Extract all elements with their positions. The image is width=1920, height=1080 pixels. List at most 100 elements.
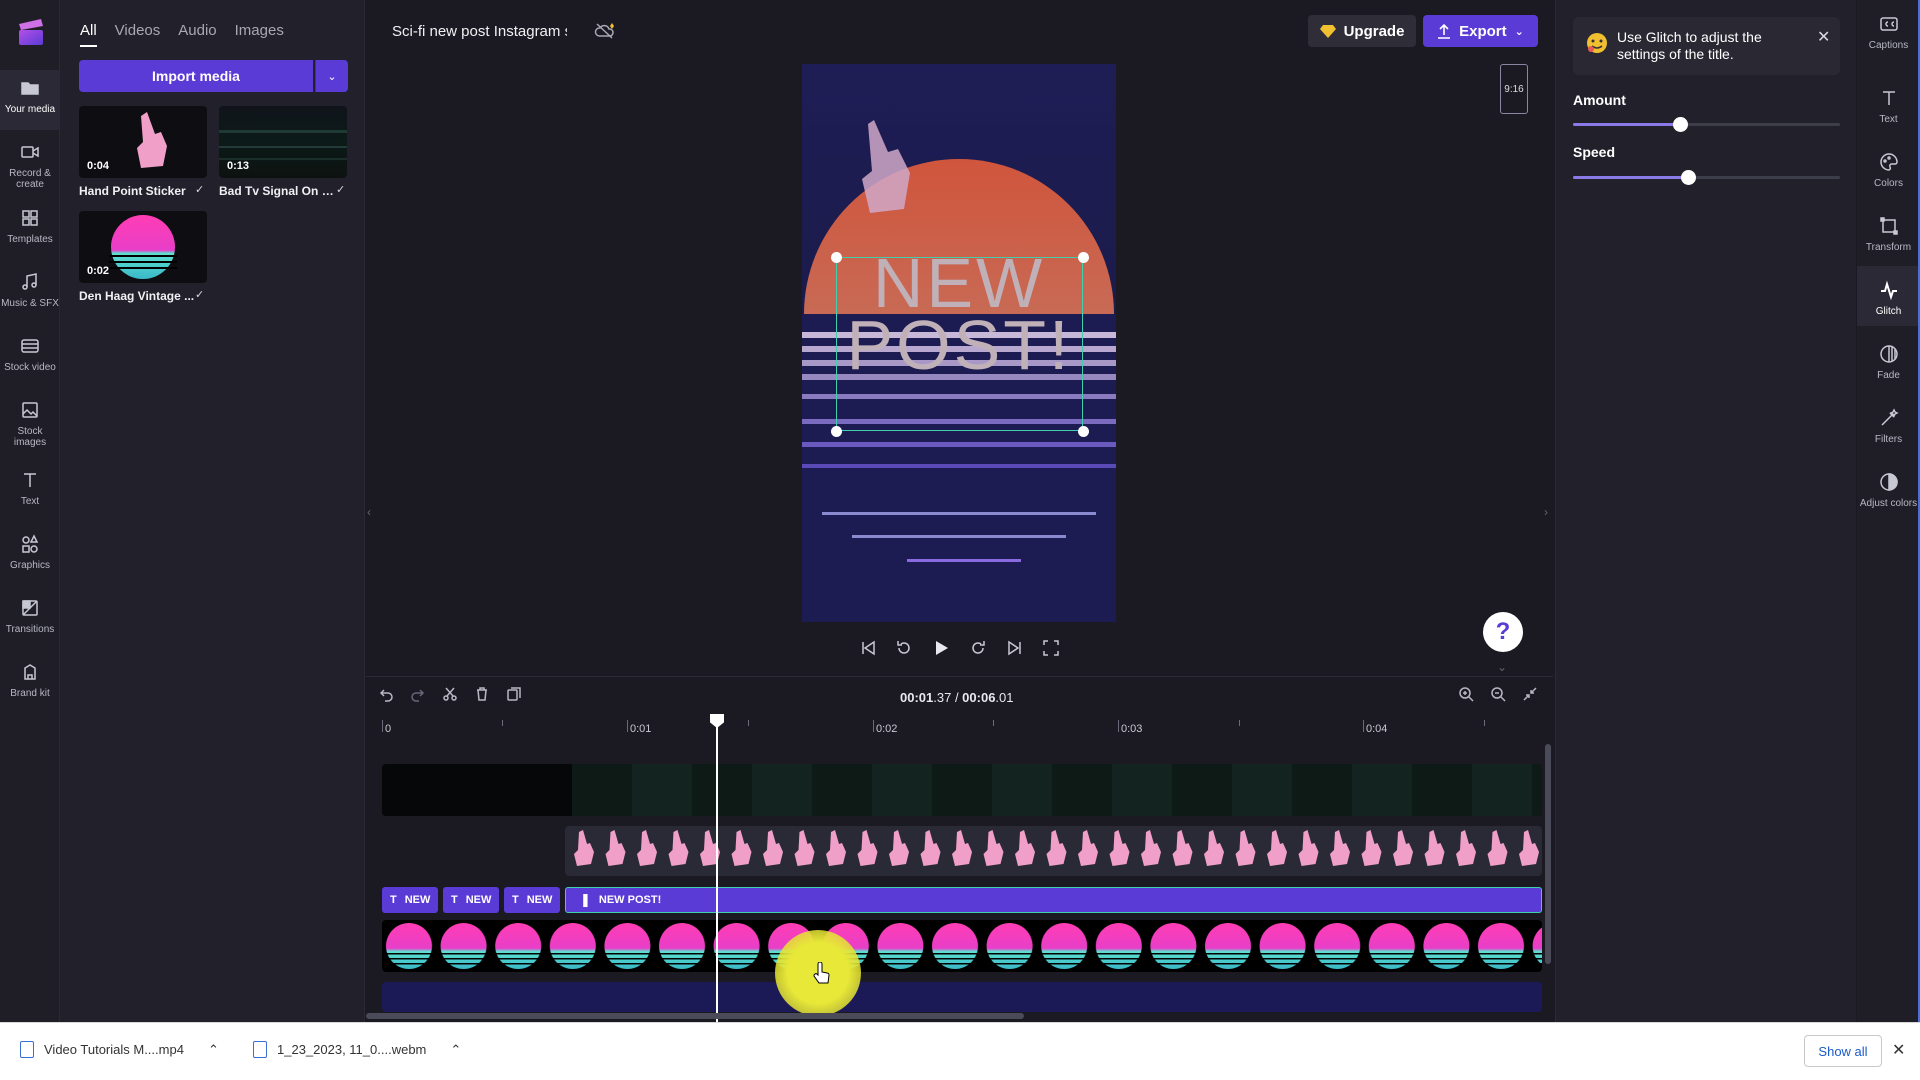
zoom-in-button[interactable] (1458, 686, 1478, 706)
amount-slider-knob[interactable] (1672, 117, 1688, 132)
zoom-out-button[interactable] (1490, 686, 1510, 706)
nav-record-create[interactable]: Record & create (0, 134, 60, 194)
scissors-icon (443, 687, 457, 701)
rnav-fade[interactable]: Fade (1857, 330, 1920, 390)
show-all-button[interactable]: Show all (1804, 1035, 1882, 1067)
captions-icon (1879, 17, 1898, 31)
nav-music-sfx[interactable]: Music & SFX (0, 264, 60, 324)
nav-graphics[interactable]: Graphics (0, 526, 60, 586)
close-icon[interactable]: ✕ (1892, 1040, 1905, 1060)
import-media-button[interactable]: Import media (79, 60, 313, 92)
rnav-captions[interactable]: Captions (1857, 0, 1920, 60)
nav-your-media[interactable]: Your media (0, 70, 60, 130)
video-preview[interactable]: NEW POST! (802, 64, 1116, 622)
speed-slider[interactable] (1573, 170, 1840, 185)
redo-button[interactable] (410, 686, 430, 706)
timeline-horizontal-scrollbar[interactable] (366, 1013, 1024, 1019)
download-item[interactable]: Video Tutorials M....mp4 ⌃ (20, 1041, 219, 1058)
zoom-out-icon (1491, 687, 1506, 702)
undo-button[interactable] (378, 686, 398, 706)
ruler-tick (1239, 720, 1240, 726)
ruler-label: 0:02 (876, 723, 898, 735)
trim-handle-icon: ❚ (580, 892, 591, 907)
nav-stock-video[interactable]: Stock video (0, 328, 60, 388)
sticker-track-hand-point[interactable] (565, 826, 1542, 876)
title-clip[interactable]: T NEW (504, 887, 560, 913)
ruler-label: 0:04 (1366, 723, 1388, 735)
delete-button[interactable] (474, 686, 494, 706)
ruler-label: 0:03 (1121, 723, 1143, 735)
rnav-adjust-colors[interactable]: Adjust colors (1857, 458, 1920, 518)
upgrade-button[interactable]: Upgrade (1308, 15, 1416, 47)
rnav-filters[interactable]: Filters (1857, 394, 1920, 454)
rnav-colors[interactable]: Colors (1857, 138, 1920, 198)
nav-transitions[interactable]: Transitions (0, 590, 60, 650)
total-time: 00:06 (962, 690, 996, 705)
tab-all[interactable]: All (80, 22, 97, 47)
title-clip[interactable]: T NEW (382, 887, 438, 913)
resize-handle[interactable] (1078, 252, 1089, 263)
file-icon (253, 1041, 267, 1058)
nav-text[interactable]: Text (0, 462, 60, 522)
help-button[interactable]: ? (1483, 612, 1523, 652)
duplicate-button[interactable] (506, 686, 526, 706)
timeline-vertical-scrollbar[interactable] (1545, 744, 1551, 964)
close-icon[interactable]: ✕ (1817, 27, 1830, 47)
chevron-down-icon[interactable]: ⌄ (1497, 660, 1507, 674)
rnav-label: Filters (1874, 434, 1903, 445)
ruler-tick (873, 720, 874, 732)
tab-videos[interactable]: Videos (115, 22, 161, 47)
zoom-in-icon (1459, 687, 1474, 702)
rnav-label: Transform (1865, 242, 1912, 253)
project-title[interactable]: Sci-fi new post Instagram s (392, 23, 567, 40)
skip-back-icon (862, 640, 875, 656)
aspect-ratio-button[interactable]: 9:16 (1500, 64, 1528, 114)
rnav-glitch[interactable]: Glitch (1857, 266, 1920, 326)
resize-handle[interactable] (831, 426, 842, 437)
text-icon: T (512, 894, 519, 906)
media-thumbnail-bad-tv[interactable]: 0:13 (219, 106, 347, 178)
tab-images[interactable]: Images (235, 22, 284, 47)
play-button[interactable] (929, 636, 953, 660)
cloud-sync-off-icon[interactable] (594, 22, 616, 40)
nav-templates[interactable]: Templates (0, 200, 60, 260)
resize-handle[interactable] (1078, 426, 1089, 437)
nav-stock-images[interactable]: Stock images (0, 392, 60, 452)
collapse-right-icon[interactable]: › (1544, 505, 1548, 519)
video-track-background[interactable] (382, 982, 1542, 1012)
rnav-transform[interactable]: Transform (1857, 202, 1920, 262)
media-thumbnail-den-haag[interactable]: 0:02 (79, 211, 207, 283)
rnav-text[interactable]: Text (1857, 74, 1920, 134)
resize-handle[interactable] (831, 252, 842, 263)
sun-frames (382, 920, 1542, 972)
amount-slider[interactable] (1573, 117, 1840, 132)
camera-icon (21, 146, 39, 158)
speed-slider-knob[interactable] (1680, 170, 1696, 185)
forward-5-button[interactable] (966, 636, 990, 660)
video-track-tv-signal[interactable] (382, 764, 1542, 816)
fullscreen-button[interactable] (1039, 636, 1063, 660)
tab-audio[interactable]: Audio (178, 22, 216, 47)
rewind-5-button[interactable] (892, 636, 916, 660)
download-item[interactable]: 1_23_2023, 11_0....webm ⌃ (253, 1041, 461, 1058)
collapse-left-icon[interactable]: ‹ (367, 505, 371, 519)
title-clip-selected[interactable]: ❚ NEW POST! (565, 887, 1542, 913)
chevron-down-icon: ⌄ (1514, 25, 1524, 38)
fit-timeline-button[interactable] (1522, 686, 1542, 706)
undo-icon (379, 689, 393, 702)
video-track-den-haag[interactable] (382, 920, 1542, 972)
skip-to-end-button[interactable] (1003, 636, 1027, 660)
skip-to-start-button[interactable] (856, 636, 880, 660)
chevron-up-icon[interactable]: ⌃ (208, 1042, 219, 1058)
selection-box[interactable] (836, 257, 1083, 431)
title-clip[interactable]: T NEW (443, 887, 499, 913)
play-icon (936, 641, 948, 655)
media-label: Bad Tv Signal On T... (219, 184, 334, 198)
playhead[interactable] (716, 720, 718, 1022)
nav-brand-kit[interactable]: Brand kit (0, 654, 60, 714)
split-button[interactable] (442, 686, 462, 706)
import-dropdown-button[interactable]: ⌄ (315, 60, 348, 92)
media-thumbnail-hand-point[interactable]: 0:04 (79, 106, 207, 178)
export-button[interactable]: Export ⌄ (1423, 15, 1538, 47)
chevron-up-icon[interactable]: ⌃ (450, 1042, 461, 1058)
